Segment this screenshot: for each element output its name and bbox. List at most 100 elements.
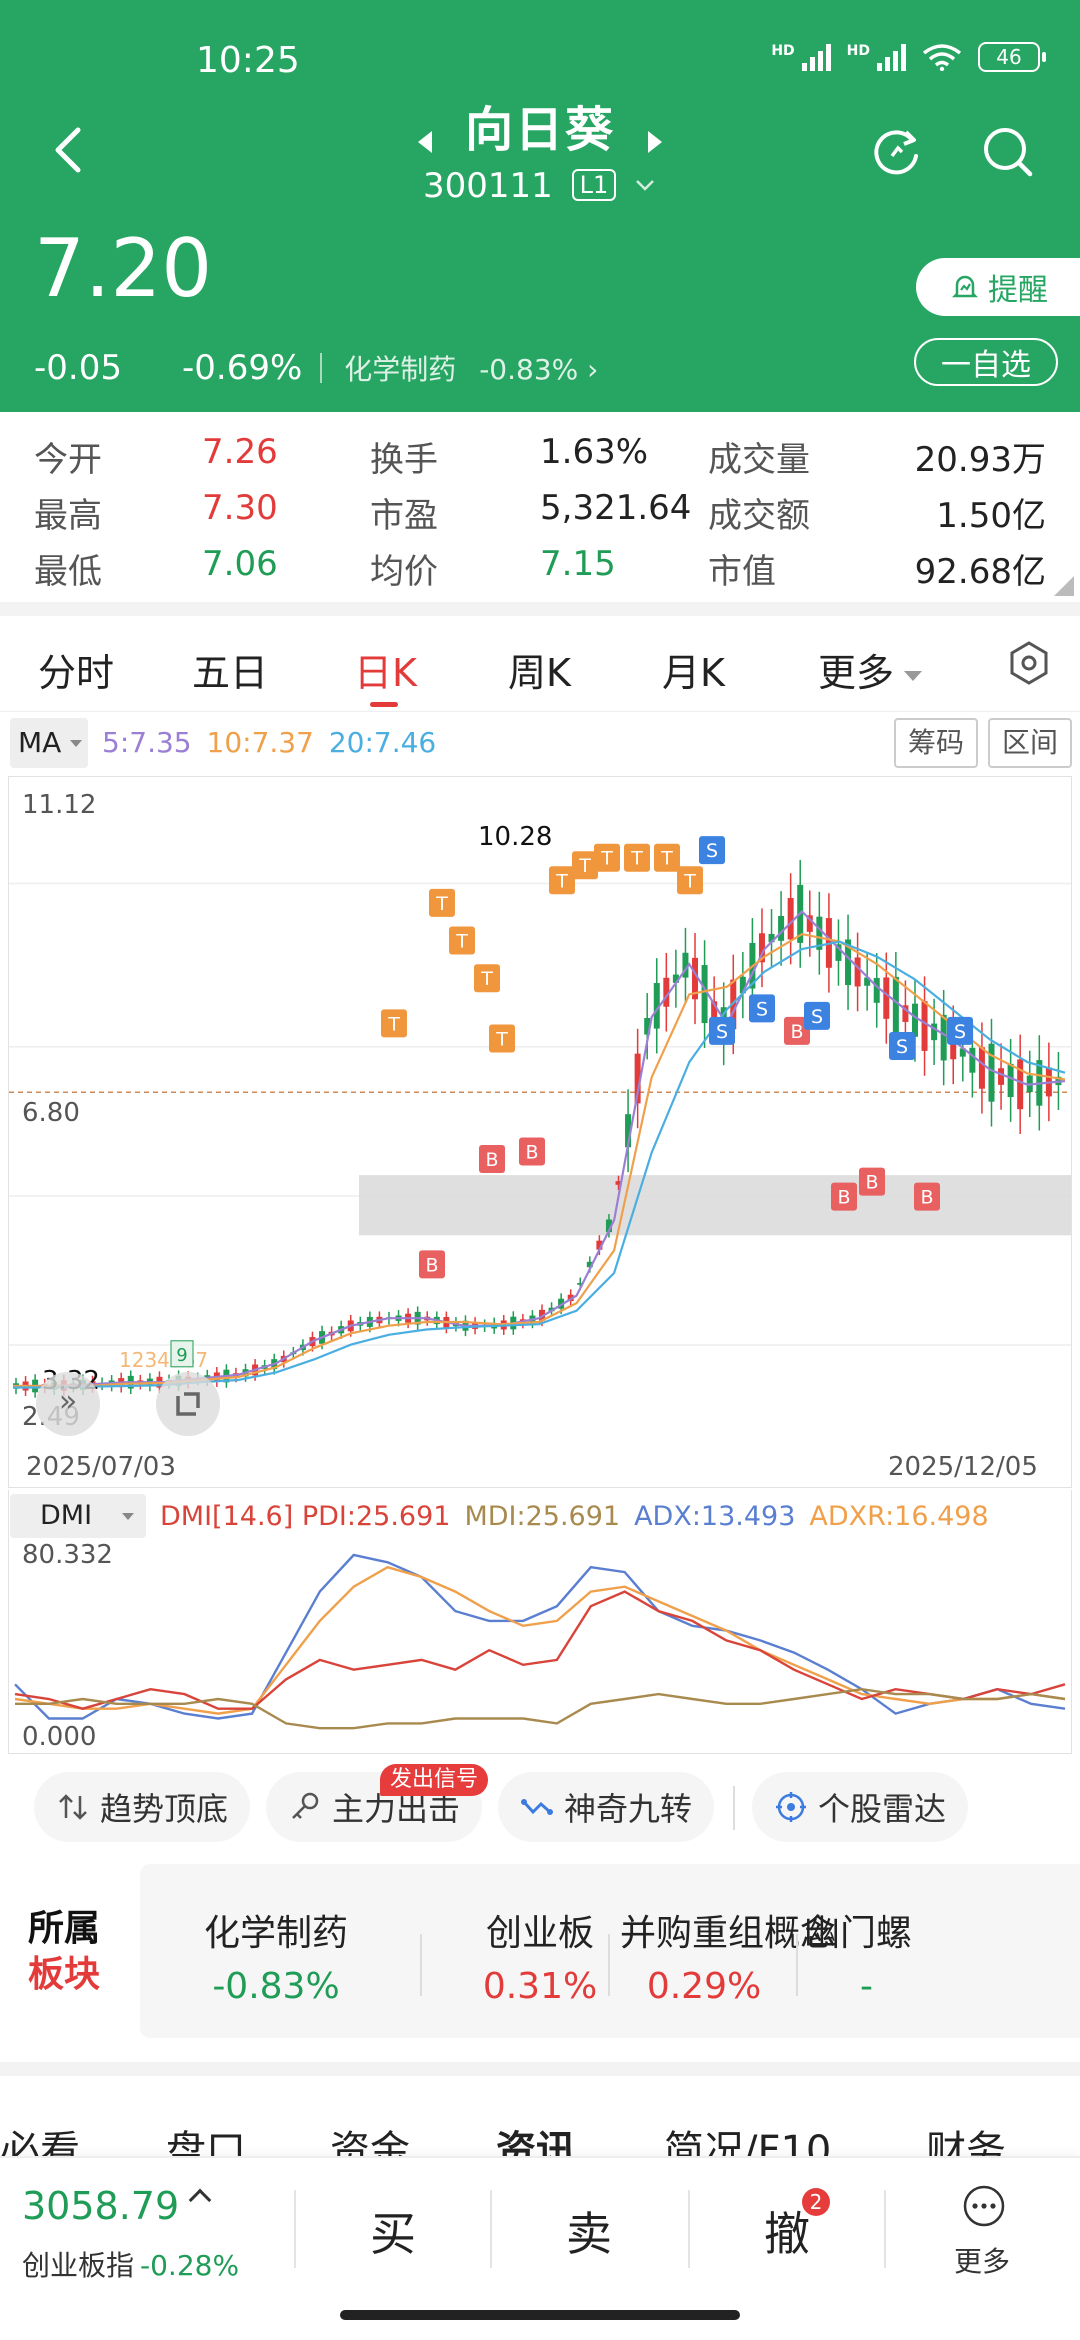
remind-button[interactable]: 提醒 [916, 258, 1080, 316]
tab-news[interactable]: 资讯 [496, 2118, 576, 2156]
svg-text:S: S [811, 1006, 823, 1028]
key-icon [292, 1792, 319, 1819]
dmi-legend: DMI DMI[14.6] PDI:25.691 MDI:25.691 ADX:… [10, 1494, 989, 1538]
tab-fund-flow[interactable]: 资金 [330, 2118, 410, 2156]
svg-text:T: T [660, 848, 673, 870]
sector-item[interactable]: 创业板 0.31% [470, 1904, 610, 2007]
signal-marker-b: B [831, 1182, 857, 1211]
refresh-icon[interactable] [868, 122, 928, 182]
tab-five-day[interactable]: 五日 [192, 642, 268, 697]
search-icon[interactable] [978, 122, 1038, 182]
divider [608, 1934, 610, 1996]
stock-header: 10:25 HD HD 46 向日葵 300111 L1 7.20 -0.05 … [0, 0, 1080, 412]
tab-more[interactable]: 更多 [818, 642, 923, 697]
svg-text:B: B [865, 1172, 878, 1194]
svg-text:T: T [555, 870, 568, 892]
signal-marker-t: T [489, 1024, 515, 1053]
more-label[interactable]: 更多 [954, 2240, 1010, 2280]
tab-finance[interactable]: 财务 [926, 2118, 1006, 2156]
signal-marker-b: B [519, 1137, 545, 1166]
amount-value: 1.50亿 [936, 496, 1046, 536]
next-stock-arrow-icon[interactable] [648, 130, 663, 153]
divider [733, 1786, 735, 1830]
signal-marker-s: S [699, 836, 725, 865]
sector-item[interactable]: 并购重组概念 0.29% [620, 1904, 836, 2007]
dmi-adxr: ADXR:16.498 [809, 1500, 989, 1532]
y-axis-mid-label: 6.80 [22, 1098, 80, 1128]
svg-text:B: B [790, 1021, 803, 1043]
buy-button[interactable]: 买 [370, 2198, 416, 2264]
svg-text:S: S [756, 998, 768, 1020]
settings-hex-icon[interactable] [1006, 640, 1052, 686]
tab-must-read[interactable]: 必看 [0, 2118, 80, 2156]
wifi-icon [922, 44, 962, 71]
index-value: 3058.79 [22, 2184, 180, 2228]
tab-daily-k[interactable]: 日K [354, 642, 417, 697]
svg-text:S: S [896, 1036, 908, 1058]
svg-text:T: T [480, 968, 493, 990]
watchlist-button[interactable]: 一自选 [914, 338, 1058, 386]
trend-top-bottom-button[interactable]: 趋势顶底 [34, 1772, 251, 1842]
sector-item[interactable]: 化学制药 -0.83% [196, 1904, 356, 2007]
signal-marker-t: T [429, 888, 455, 917]
candle [921, 976, 928, 1076]
alarm-icon [951, 275, 979, 298]
price-change-pct: -0.69% [181, 348, 303, 388]
svg-text:B: B [525, 1141, 538, 1163]
signal-marker-b: B [479, 1144, 505, 1173]
divider [884, 2190, 886, 2268]
candle [739, 951, 746, 1019]
expand-corner-icon[interactable] [1054, 576, 1074, 596]
dmi-selector[interactable]: DMI [10, 1494, 146, 1538]
low-value: 7.06 [202, 544, 278, 584]
candle [854, 932, 861, 1012]
magic-nine-button[interactable]: 神奇九转 [498, 1772, 715, 1842]
double-chevron-icon: » [58, 1384, 78, 1419]
svg-text:T: T [683, 870, 696, 892]
tab-intraday[interactable]: 分时 [38, 642, 114, 697]
tab-order-book[interactable]: 盘口 [166, 2118, 246, 2156]
radar-icon [776, 1792, 806, 1822]
level-badge: L1 [571, 169, 617, 201]
svg-text:T: T [578, 855, 591, 877]
chart-scroll-button[interactable]: » [36, 1372, 100, 1436]
prev-stock-arrow-icon[interactable] [417, 130, 432, 153]
dmi-y-top-label: 80.332 [22, 1540, 113, 1570]
more-dots-icon[interactable] [962, 2184, 1006, 2228]
cell-signal-icon-2: HD [847, 43, 906, 71]
tool-chips: 趋势顶底 主力出击 发出信号 神奇九转 个股雷达 [0, 1764, 1080, 1844]
signal-marker-s: S [749, 994, 775, 1023]
sell-button[interactable]: 卖 [566, 2198, 612, 2264]
sector-link[interactable]: 化学制药 -0.83% › [344, 348, 598, 388]
stock-radar-button[interactable]: 个股雷达 [752, 1772, 969, 1842]
svg-text:T: T [600, 848, 613, 870]
signal-marker-t: T [624, 843, 650, 872]
cancel-count-badge: 2 [802, 2188, 830, 2216]
chip-distribution-button[interactable]: 筹码 [894, 718, 978, 768]
svg-text:S: S [954, 1021, 966, 1043]
signal-marker-b: B [859, 1167, 885, 1196]
ma20-value: 20:7.46 [328, 726, 437, 759]
sector-item[interactable]: 幽门螺 - [804, 1904, 1080, 2007]
dmi-line-pdi [14, 1590, 1066, 1710]
signal-marker-s: S [709, 1016, 735, 1045]
candle [816, 891, 823, 975]
battery-icon: 46 [978, 42, 1046, 72]
wave-icon [521, 1799, 553, 1815]
svg-text:T: T [630, 848, 643, 870]
date-end-label: 2025/12/05 [888, 1452, 1038, 1482]
tab-f10[interactable]: 简况/F10 [664, 2118, 831, 2156]
svg-text:T: T [435, 893, 448, 915]
candle [998, 1043, 1005, 1110]
signal-marker-t: T [381, 1009, 407, 1038]
signal-badge: 发出信号 [380, 1764, 489, 1796]
tab-weekly-k[interactable]: 周K [508, 642, 571, 697]
dmi-mdi: MDI:25.691 [464, 1500, 621, 1532]
range-button[interactable]: 区间 [988, 718, 1072, 768]
dmi-params: DMI[14.6] PDI:25.691 [160, 1500, 451, 1532]
chart-fullscreen-button[interactable] [156, 1372, 220, 1436]
svg-text:B: B [837, 1187, 850, 1209]
tab-monthly-k[interactable]: 月K [662, 642, 725, 697]
ma-selector[interactable]: MA [10, 718, 88, 768]
avg-value: 7.15 [540, 544, 616, 584]
